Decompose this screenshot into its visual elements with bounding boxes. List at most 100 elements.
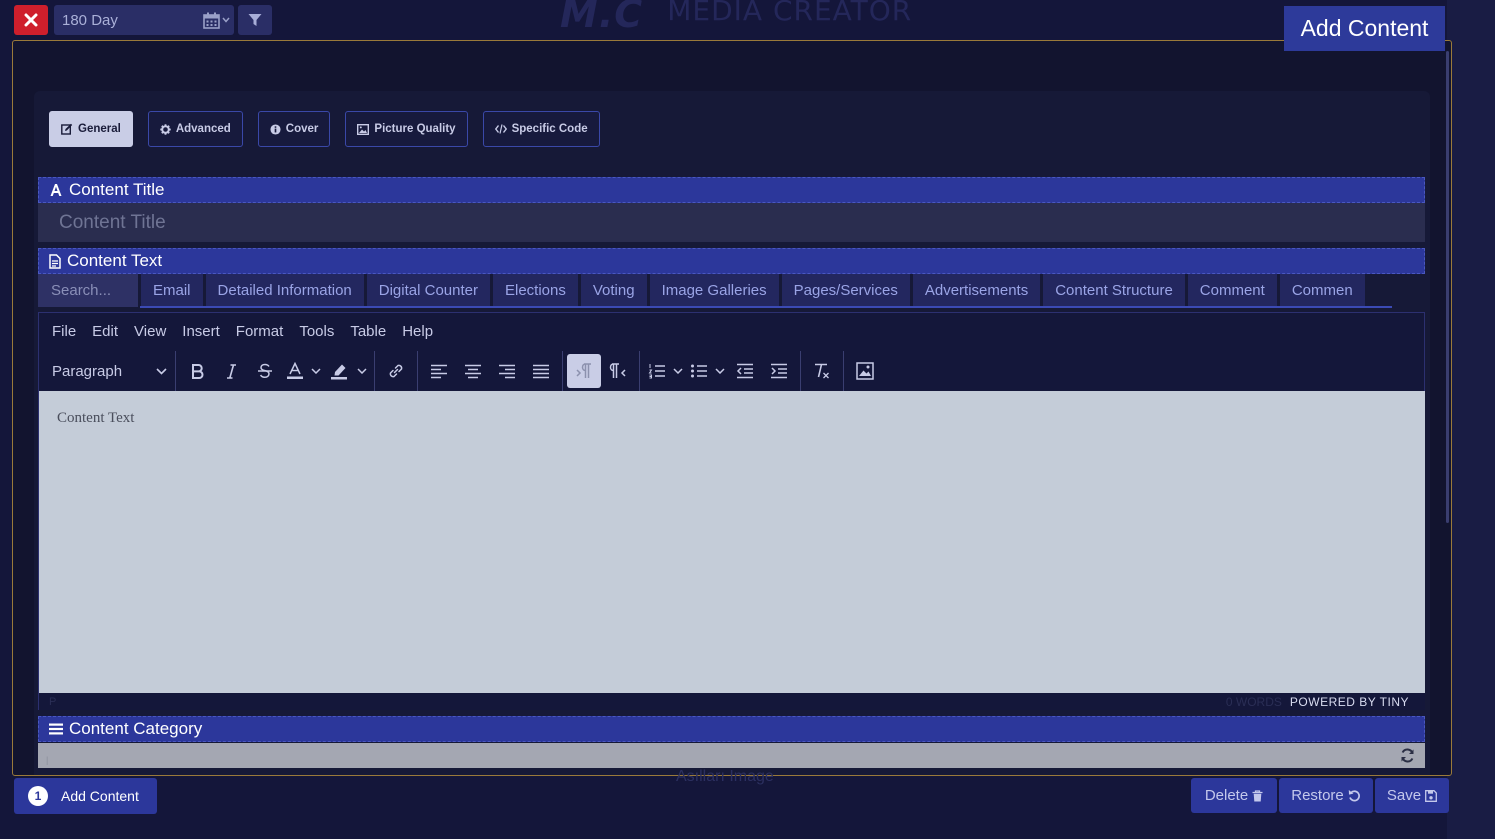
clear-formatting-button[interactable] bbox=[805, 354, 839, 388]
content-category-select[interactable]: | bbox=[38, 743, 1425, 768]
align-justify-button[interactable] bbox=[524, 354, 558, 388]
editor-tab[interactable]: Content Structure bbox=[1043, 274, 1185, 307]
tab-advanced[interactable]: Advanced bbox=[147, 111, 243, 147]
tabs-scrollbar[interactable] bbox=[140, 306, 1392, 308]
editor-tab[interactable]: Email bbox=[141, 274, 203, 307]
close-button[interactable] bbox=[14, 5, 48, 35]
highlight-color-button[interactable] bbox=[324, 354, 354, 388]
add-content-footer-button[interactable]: 1 Add Content bbox=[14, 778, 157, 814]
outdent-icon bbox=[736, 363, 753, 379]
align-right-button[interactable] bbox=[490, 354, 524, 388]
filter-button[interactable] bbox=[238, 5, 272, 35]
highlighter-icon bbox=[331, 364, 347, 380]
content-title-heading: Content Title bbox=[69, 180, 165, 199]
editor-tab[interactable]: Commen bbox=[1279, 274, 1365, 307]
menu-tools[interactable]: Tools bbox=[299, 323, 334, 340]
italic-button[interactable] bbox=[214, 354, 248, 388]
edit-icon bbox=[61, 123, 73, 135]
content-title-input[interactable]: Content Title bbox=[38, 203, 1425, 242]
delete-label: Delete bbox=[1204, 787, 1249, 804]
background-right-panel bbox=[1447, 0, 1495, 839]
rich-text-editor: File Edit View Insert Format Tools Table… bbox=[38, 312, 1425, 710]
bold-button[interactable] bbox=[180, 354, 214, 388]
align-center-button[interactable] bbox=[456, 354, 490, 388]
content-title-header: Content Title bbox=[38, 177, 1425, 203]
info-icon bbox=[270, 123, 281, 135]
block-format-value: Paragraph bbox=[52, 362, 123, 380]
menu-file[interactable]: File bbox=[52, 323, 76, 340]
bullet-list-dropdown[interactable] bbox=[712, 354, 728, 388]
numbered-list-button[interactable] bbox=[644, 354, 670, 388]
calendar-dropdown[interactable] bbox=[203, 12, 230, 29]
undo-icon bbox=[1348, 790, 1360, 802]
numbered-list-icon bbox=[648, 364, 665, 379]
indent-icon bbox=[771, 363, 787, 379]
text-color-button[interactable] bbox=[282, 354, 308, 388]
strikethrough-button[interactable] bbox=[248, 354, 282, 388]
save-button[interactable]: Save bbox=[1375, 778, 1449, 813]
tab-cover[interactable]: Cover bbox=[257, 111, 331, 147]
align-left-icon bbox=[431, 364, 447, 378]
ltr-direction-button[interactable] bbox=[567, 354, 601, 388]
chevron-down-icon bbox=[357, 368, 367, 374]
editor-tab[interactable]: Elections bbox=[492, 274, 578, 307]
tab-picture-quality[interactable]: Picture Quality bbox=[345, 111, 468, 147]
editor-tab[interactable]: Voting bbox=[580, 274, 647, 307]
editor-content-area[interactable]: Content Text bbox=[39, 391, 1425, 693]
rtl-direction-button[interactable] bbox=[601, 354, 635, 388]
editor-statusbar: P 0 WORDS POWERED BY TINY bbox=[39, 693, 1425, 710]
content-text-header: Content Text bbox=[38, 248, 1425, 274]
tab-specific-code-label: Specific Code bbox=[511, 123, 588, 135]
editor-tab[interactable]: Image Galleries bbox=[649, 274, 779, 307]
add-content-header-button[interactable]: Add Content bbox=[1284, 6, 1445, 51]
image-icon bbox=[357, 123, 370, 135]
text-color-dropdown[interactable] bbox=[308, 354, 324, 388]
form-tabs: General Advanced Cover Picture Quality S… bbox=[49, 111, 600, 147]
trash-icon bbox=[1252, 789, 1263, 801]
chevron-down-icon bbox=[673, 368, 683, 374]
editor-tab[interactable]: Detailed Information bbox=[205, 274, 364, 307]
tab-search-input[interactable]: Search... bbox=[38, 274, 138, 307]
editor-tab[interactable]: Pages/Services bbox=[781, 274, 910, 307]
highlight-color-dropdown[interactable] bbox=[354, 354, 370, 388]
bars-icon bbox=[49, 723, 63, 735]
editor-tab[interactable]: Comment bbox=[1187, 274, 1277, 307]
element-path[interactable]: P bbox=[49, 696, 56, 708]
editor-menubar: File Edit View Insert Format Tools Table… bbox=[39, 313, 433, 350]
date-range-select[interactable]: 180 Day bbox=[54, 5, 234, 35]
restore-button[interactable]: Restore bbox=[1279, 778, 1373, 813]
editor-tab[interactable]: Digital Counter bbox=[366, 274, 490, 307]
delete-button[interactable]: Delete bbox=[1191, 778, 1277, 813]
tab-general[interactable]: General bbox=[49, 111, 133, 147]
align-left-button[interactable] bbox=[422, 354, 456, 388]
menu-table[interactable]: Table bbox=[350, 323, 386, 340]
word-count[interactable]: 0 WORDS bbox=[1226, 695, 1282, 709]
add-content-footer-label: Add Content bbox=[61, 788, 139, 804]
save-label: Save bbox=[1386, 787, 1422, 804]
filter-icon bbox=[248, 14, 262, 26]
clear-formatting-icon bbox=[815, 363, 829, 379]
refresh-icon[interactable] bbox=[1400, 748, 1415, 763]
bullet-list-button[interactable] bbox=[686, 354, 712, 388]
editor-tab[interactable]: Advertisements bbox=[912, 274, 1041, 307]
menu-help[interactable]: Help bbox=[402, 323, 433, 340]
menu-insert[interactable]: Insert bbox=[182, 323, 220, 340]
powered-by-link[interactable]: POWERED BY TINY bbox=[1290, 695, 1409, 709]
editor-category-tabs: Search... Email Detailed Information Dig… bbox=[38, 274, 1425, 310]
outdent-button[interactable] bbox=[728, 354, 762, 388]
menu-format[interactable]: Format bbox=[236, 323, 284, 340]
insert-link-button[interactable] bbox=[379, 354, 413, 388]
modal-scrollbar[interactable] bbox=[1446, 51, 1449, 523]
insert-image-button[interactable] bbox=[848, 354, 882, 388]
numbered-list-dropdown[interactable] bbox=[670, 354, 686, 388]
font-icon bbox=[50, 184, 62, 196]
tab-specific-code[interactable]: Specific Code bbox=[482, 111, 600, 147]
content-text-heading: Content Text bbox=[67, 251, 163, 270]
menu-view[interactable]: View bbox=[134, 323, 166, 340]
bold-icon bbox=[191, 363, 203, 379]
indent-button[interactable] bbox=[762, 354, 796, 388]
menu-edit[interactable]: Edit bbox=[92, 323, 118, 340]
block-format-select[interactable]: Paragraph bbox=[43, 354, 171, 388]
tab-picture-quality-label: Picture Quality bbox=[374, 123, 456, 135]
gear-icon bbox=[160, 123, 171, 135]
